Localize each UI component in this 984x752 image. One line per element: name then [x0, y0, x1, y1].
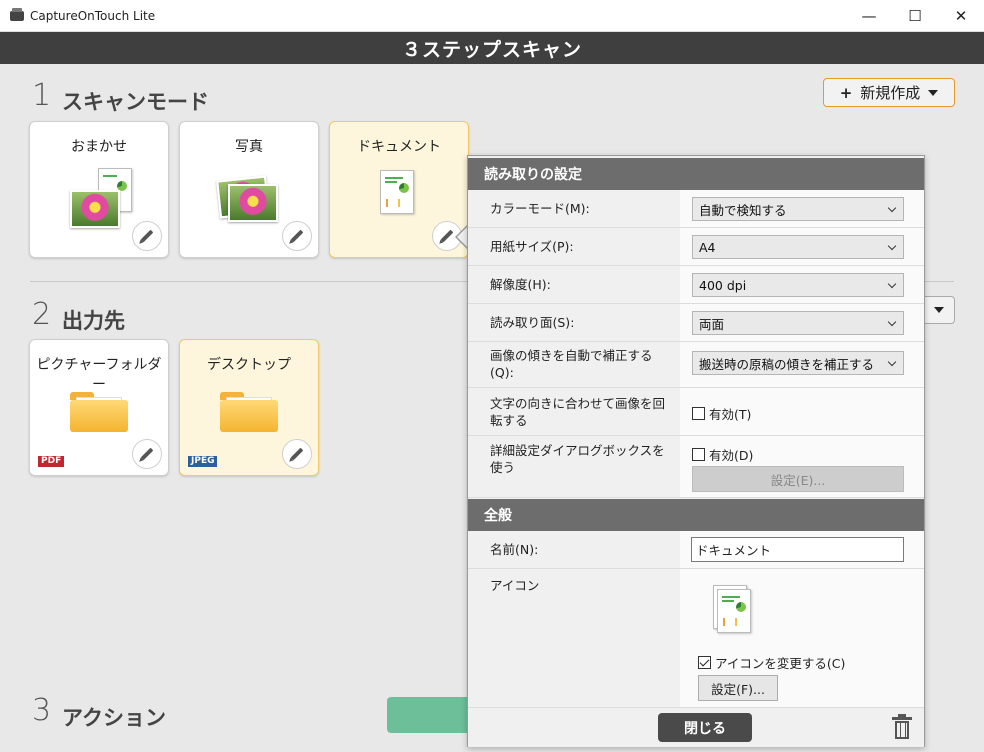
scan-mode-card-photo[interactable]: 写真 — [179, 121, 319, 258]
advanced-label: 詳細設定ダイアログボックスを使う — [490, 443, 665, 475]
chevron-down-icon — [887, 357, 897, 367]
resolution-value: 400 dpi — [699, 277, 747, 293]
color-mode-row: カラーモード(M): 自動で検知する — [468, 190, 924, 228]
resolution-select[interactable]: 400 dpi — [692, 273, 904, 297]
section-title-output: 出力先 — [62, 309, 125, 333]
scan-mode-card-document[interactable]: ドキュメント — [329, 121, 469, 258]
card-label: デスクトップ — [207, 357, 291, 373]
pencil-icon — [290, 229, 304, 243]
window-title: CaptureOnTouch Lite — [30, 8, 156, 23]
chevron-down-icon — [887, 203, 897, 213]
name-label: 名前(N): — [490, 542, 539, 557]
chevron-down-icon — [887, 241, 897, 251]
checkbox-box — [692, 407, 705, 420]
trash-icon[interactable] — [892, 714, 912, 739]
pencil-icon — [140, 447, 154, 461]
pencil-icon — [290, 447, 304, 461]
checkbox-box — [698, 656, 711, 669]
change-icon-checkbox[interactable]: アイコンを変更する(C) — [698, 653, 845, 672]
icon-row: アイコン アイコンを変更する(C) 設定(F)... — [468, 569, 924, 707]
section-title-scan-mode: スキャンモード — [62, 90, 209, 114]
deskew-row: 画像の傾きを自動で補正する(Q): 搬送時の原稿の傾きを補正する — [468, 342, 924, 388]
section-title-action: アクション — [62, 706, 166, 730]
popover-footer: 閉じる — [468, 707, 924, 747]
deskew-select[interactable]: 搬送時の原稿の傾きを補正する — [692, 351, 904, 375]
color-mode-select[interactable]: 自動で検知する — [692, 197, 904, 221]
folder-icon — [70, 392, 128, 432]
advanced-row: 詳細設定ダイアログボックスを使う 有効(D) 設定(E)... — [468, 436, 924, 498]
rotate-check-label: 有効(T) — [709, 407, 752, 422]
maximize-button[interactable]: ☐ — [892, 0, 938, 32]
rotate-checkbox[interactable]: 有効(T) — [692, 404, 751, 423]
scan-mode-card-auto[interactable]: おまかせ — [29, 121, 169, 258]
advanced-checkbox[interactable]: 有効(D) — [692, 445, 753, 464]
pdf-badge: PDF — [38, 456, 65, 467]
folder-icon — [220, 392, 278, 432]
deskew-value: 搬送時の原稿の傾きを補正する — [699, 356, 875, 372]
section-number-scan-mode: 1 — [32, 78, 52, 113]
pencil-icon — [440, 229, 454, 243]
dropdown-caret-icon — [928, 89, 939, 96]
deskew-label: 画像の傾きを自動で補正する(Q): — [490, 348, 653, 380]
edit-button[interactable] — [132, 439, 162, 469]
scan-side-label: 読み取り面(S): — [490, 315, 575, 330]
resolution-label: 解像度(H): — [490, 277, 551, 292]
close-window-button[interactable]: ✕ — [938, 0, 984, 32]
paper-size-label: 用紙サイズ(P): — [490, 239, 574, 254]
settings-popover: 読み取りの設定 カラーモード(M): 自動で検知する 用紙サイズ(P): A4 … — [467, 155, 925, 747]
color-mode-value: 自動で検知する — [699, 202, 787, 218]
card-label: おまかせ — [71, 139, 127, 155]
read-settings-header: 読み取りの設定 — [468, 158, 924, 190]
scan-side-row: 読み取り面(S): 両面 — [468, 304, 924, 342]
section-number-action: 3 — [32, 693, 52, 728]
output-card-desktop[interactable]: デスクトップ JPEG — [179, 339, 319, 476]
icon-label: アイコン — [490, 578, 540, 593]
advanced-check-label: 有効(D) — [709, 448, 754, 463]
jpeg-badge: JPEG — [188, 456, 218, 467]
card-label: ドキュメント — [357, 139, 441, 155]
color-mode-label: カラーモード(M): — [490, 201, 590, 216]
dropdown-caret-icon — [934, 307, 944, 313]
title-bar: CaptureOnTouch Lite — ☐ ✕ — [0, 0, 984, 32]
scan-side-value: 両面 — [699, 316, 725, 332]
edit-button[interactable] — [282, 221, 312, 251]
paper-size-value: A4 — [699, 239, 716, 255]
paper-size-row: 用紙サイズ(P): A4 — [468, 228, 924, 266]
paper-size-select[interactable]: A4 — [692, 235, 904, 259]
close-button[interactable]: 閉じる — [658, 713, 752, 742]
output-dropdown-button[interactable] — [924, 296, 955, 324]
card-label: ピクチャーフォルダー — [36, 357, 162, 393]
scanner-app-icon — [10, 7, 24, 21]
rotate-label: 文字の向きに合わせて画像を回転する — [490, 396, 666, 428]
pencil-icon — [140, 229, 154, 243]
section-number-output: 2 — [32, 297, 52, 332]
icon-settings-button[interactable]: 設定(F)... — [698, 675, 778, 701]
edit-button[interactable] — [132, 221, 162, 251]
chevron-down-icon — [887, 279, 897, 289]
card-label: 写真 — [235, 139, 263, 155]
edit-button[interactable] — [282, 439, 312, 469]
scan-side-select[interactable]: 両面 — [692, 311, 904, 335]
resolution-row: 解像度(H): 400 dpi — [468, 266, 924, 304]
name-row: 名前(N): ドキュメント — [468, 531, 924, 569]
new-create-button[interactable]: + 新規作成 — [823, 78, 955, 107]
minimize-button[interactable]: — — [846, 0, 892, 32]
new-create-label: 新規作成 — [860, 84, 921, 102]
chevron-down-icon — [887, 317, 897, 327]
output-card-pictures[interactable]: ピクチャーフォルダー PDF — [29, 339, 169, 476]
rotate-row: 文字の向きに合わせて画像を回転する 有効(T) — [468, 388, 924, 436]
advanced-settings-button[interactable]: 設定(E)... — [692, 466, 904, 492]
name-input[interactable]: ドキュメント — [691, 537, 904, 562]
change-icon-label: アイコンを変更する(C) — [715, 656, 846, 671]
page-title: ３ステップスキャン — [0, 32, 984, 64]
plus-icon: + — [839, 83, 853, 102]
checkbox-box — [692, 448, 705, 461]
general-header: 全般 — [468, 499, 924, 531]
